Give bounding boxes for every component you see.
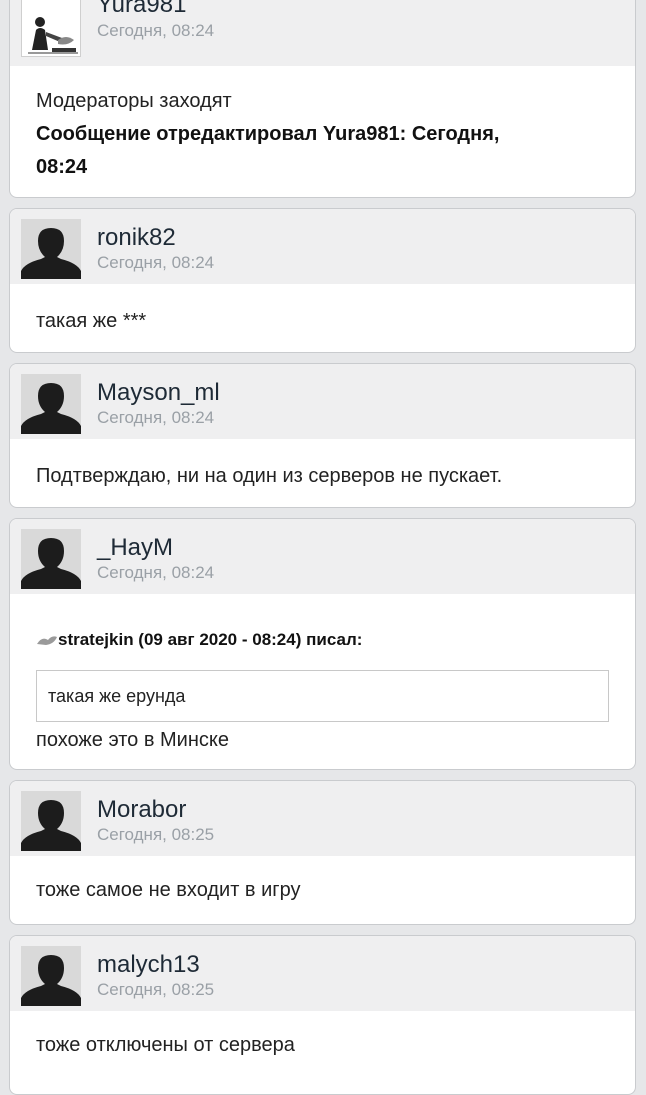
quote-text: такая же ерунда (48, 686, 186, 706)
default-avatar-icon (21, 374, 81, 434)
post-timestamp: Сегодня, 08:25 (97, 825, 215, 844)
post: Yura981 Сегодня, 08:24 Модераторы заходя… (9, 0, 636, 198)
username[interactable]: Morabor (97, 796, 186, 824)
post: Morabor Сегодня, 08:25 тоже самое не вхо… (9, 780, 636, 925)
quote-author[interactable]: stratejkin (09 авг 2020 - 08:24) писал: (58, 630, 362, 649)
post: ronik82 Сегодня, 08:24 такая же *** (9, 208, 636, 353)
custom-avatar-icon (22, 0, 80, 56)
post-text: такая же *** (36, 310, 147, 332)
avatar[interactable] (21, 529, 81, 589)
post-timestamp: Сегодня, 08:24 (97, 253, 215, 272)
post: _HayM Сегодня, 08:24 stratejkin (09 авг … (9, 518, 636, 770)
default-avatar-icon (21, 219, 81, 279)
username[interactable]: _HayM (97, 534, 173, 562)
username[interactable]: Mayson_ml (97, 379, 220, 407)
post-timestamp: Сегодня, 08:24 (97, 21, 215, 40)
edit-notice: Сообщение отредактировал Yura981: Сегодн… (36, 123, 500, 145)
edit-notice-time: 08:24 (36, 156, 88, 178)
quote-box: такая же ерунда (36, 670, 609, 722)
post: malych13 Сегодня, 08:25 тоже отключены о… (9, 935, 636, 1095)
post: Mayson_ml Сегодня, 08:24 Подтверждаю, ни… (9, 363, 636, 508)
posts-feed: Yura981 Сегодня, 08:24 Модераторы заходя… (0, 0, 646, 1095)
username[interactable]: ronik82 (97, 224, 176, 252)
post-text: тоже отключены от сервера (36, 1034, 295, 1056)
post-text: Модераторы заходят (36, 90, 232, 112)
avatar[interactable] (21, 946, 81, 1006)
username[interactable]: Yura981 (97, 0, 186, 19)
post-text: тоже самое не входит в игру (36, 879, 301, 901)
username[interactable]: malych13 (97, 951, 200, 979)
post-header: ronik82 Сегодня, 08:24 (10, 209, 635, 284)
avatar[interactable] (21, 374, 81, 434)
default-avatar-icon (21, 529, 81, 589)
post-body: тоже самое не входит в игру (36, 874, 609, 924)
avatar[interactable] (21, 219, 81, 279)
quote-header: stratejkin (09 авг 2020 - 08:24) писал: (36, 623, 609, 656)
post-body: такая же *** (36, 305, 609, 352)
avatar[interactable] (21, 791, 81, 851)
post-body: stratejkin (09 авг 2020 - 08:24) писал: … (36, 623, 609, 769)
post-header: Yura981 Сегодня, 08:24 (10, 0, 635, 66)
post-text: похоже это в Минске (36, 729, 229, 751)
avatar[interactable] (21, 0, 81, 57)
post-header: _HayM Сегодня, 08:24 (10, 519, 635, 594)
quote-user-icon (36, 624, 58, 645)
post-timestamp: Сегодня, 08:24 (97, 408, 215, 427)
post-body: Подтверждаю, ни на один из серверов не п… (36, 460, 609, 507)
post-text: Подтверждаю, ни на один из серверов не п… (36, 465, 503, 487)
post-header: Morabor Сегодня, 08:25 (10, 781, 635, 856)
post-body: тоже отключены от сервера (36, 1029, 609, 1094)
post-body: Модераторы заходят Сообщение отредактиро… (36, 85, 609, 197)
post-timestamp: Сегодня, 08:25 (97, 980, 215, 999)
post-header: malych13 Сегодня, 08:25 (10, 936, 635, 1011)
post-header: Mayson_ml Сегодня, 08:24 (10, 364, 635, 439)
default-avatar-icon (21, 946, 81, 1006)
default-avatar-icon (21, 791, 81, 851)
post-timestamp: Сегодня, 08:24 (97, 563, 215, 582)
